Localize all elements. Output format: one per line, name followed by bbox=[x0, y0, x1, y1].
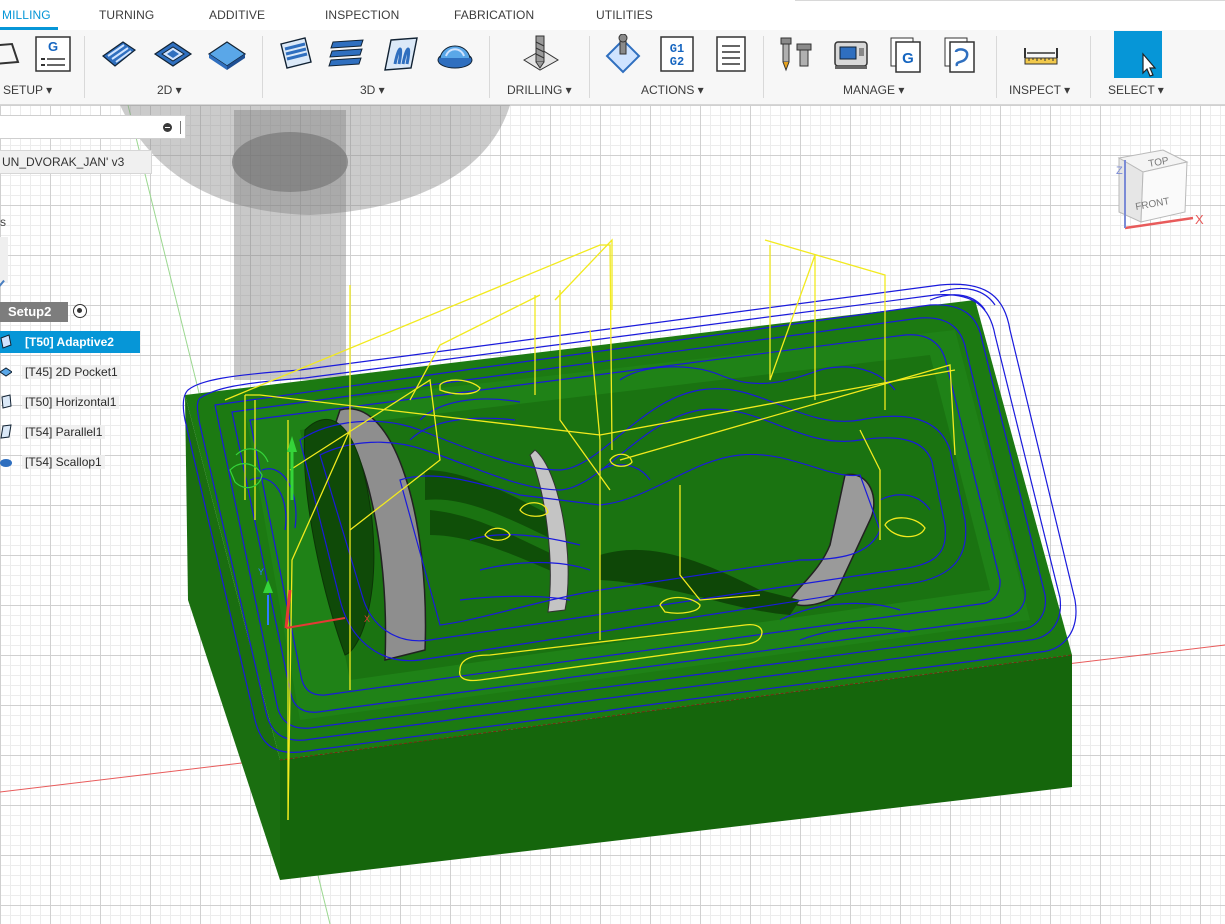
triad-y-label: Y bbox=[258, 567, 264, 577]
simulate-icon[interactable] bbox=[603, 34, 643, 74]
browser-search-field[interactable] bbox=[0, 115, 186, 139]
operation-label: [T54] Scallop1 bbox=[22, 455, 105, 469]
adaptive-op-icon bbox=[0, 334, 12, 349]
cam-scene: X Y bbox=[0, 105, 1225, 924]
setup-node[interactable]: Setup2 bbox=[0, 302, 68, 322]
viewcube-z-axis-label: Z bbox=[1116, 165, 1123, 177]
tab-utilities[interactable]: UTILITIES bbox=[596, 8, 653, 22]
operation-parallel1[interactable]: [T54] Parallel1 bbox=[0, 421, 140, 443]
active-setup-radio[interactable] bbox=[73, 304, 87, 318]
stock-block bbox=[185, 300, 1073, 880]
pocket-op-icon bbox=[0, 367, 12, 377]
operation-scallop1[interactable]: [T54] Scallop1 bbox=[0, 451, 140, 473]
svg-text:G: G bbox=[902, 50, 914, 67]
ribbon-separator bbox=[84, 36, 85, 98]
machine-library-icon[interactable] bbox=[831, 34, 871, 74]
setup-sheet-icon[interactable] bbox=[711, 34, 751, 74]
template-library-icon[interactable] bbox=[939, 34, 979, 74]
workspace-tab-bar: MILLING TURNING ADDITIVE INSPECTION FABR… bbox=[0, 0, 1225, 30]
triad-x-label: X bbox=[364, 614, 370, 624]
toolbar-ribbon: G SETUP ▾ 2D ▾ 3D ▾ DRILLING ▾ G1G2 ACT bbox=[0, 30, 1225, 105]
drill-icon[interactable] bbox=[520, 34, 560, 74]
contour-icon[interactable] bbox=[327, 34, 367, 74]
manage-group-label[interactable]: MANAGE ▾ bbox=[843, 83, 904, 97]
operation-label: [T50] Adaptive2 bbox=[25, 335, 114, 349]
ribbon-separator bbox=[996, 36, 997, 98]
parallel-op-icon bbox=[0, 424, 12, 439]
tool-library-icon[interactable] bbox=[777, 34, 817, 74]
inspect-group-label[interactable]: INSPECT ▾ bbox=[1009, 83, 1070, 97]
operation-label: [T54] Parallel1 bbox=[22, 425, 106, 439]
3d-viewport[interactable]: X Y TOP FRONT X Z bbox=[0, 105, 1225, 924]
g-code-setup-icon[interactable]: G bbox=[33, 34, 73, 74]
select-cursor-icon[interactable] bbox=[1114, 31, 1162, 78]
parallel-icon[interactable] bbox=[381, 34, 421, 74]
viewcube-x-axis-label: X bbox=[1195, 212, 1204, 227]
horizontal-icon[interactable] bbox=[275, 34, 315, 74]
tab-turning[interactable]: TURNING bbox=[99, 8, 154, 22]
horizontal-op-icon bbox=[1, 394, 12, 409]
ribbon-separator bbox=[489, 36, 490, 98]
operation-2d-pocket1[interactable]: [T45] 2D Pocket1 bbox=[0, 361, 140, 383]
svg-text:G2: G2 bbox=[670, 55, 684, 69]
tab-fabrication[interactable]: FABRICATION bbox=[454, 8, 534, 22]
ribbon-separator bbox=[763, 36, 764, 98]
2d-group-label[interactable]: 2D ▾ bbox=[157, 83, 182, 97]
document-name[interactable]: UN_DVORAK_JAN' v3 bbox=[0, 150, 152, 174]
setup-label: Setup2 bbox=[8, 304, 52, 319]
browser-node-fragment[interactable]: s bbox=[0, 215, 6, 229]
setup-group-label[interactable]: SETUP ▾ bbox=[3, 83, 52, 97]
tab-milling[interactable]: MILLING bbox=[2, 8, 51, 22]
face-icon[interactable] bbox=[207, 34, 247, 74]
select-group-label[interactable]: SELECT ▾ bbox=[1108, 83, 1164, 97]
browser-node-stub bbox=[0, 237, 8, 283]
operation-label: [T45] 2D Pocket1 bbox=[22, 365, 121, 379]
tab-inspection[interactable]: INSPECTION bbox=[325, 8, 399, 22]
adaptive-clearing-icon[interactable] bbox=[99, 34, 139, 74]
operation-label: [T50] Horizontal1 bbox=[22, 395, 120, 409]
measure-icon[interactable] bbox=[1021, 34, 1061, 74]
operation-adaptive2[interactable]: [T50] Adaptive2 bbox=[0, 331, 140, 353]
ribbon-separator bbox=[589, 36, 590, 98]
text-caret bbox=[180, 121, 181, 134]
pocket-icon[interactable] bbox=[153, 34, 193, 74]
post-library-icon[interactable]: G bbox=[885, 34, 925, 74]
post-process-icon[interactable]: G1 G2 bbox=[657, 34, 697, 74]
scallop-op-icon bbox=[0, 459, 12, 467]
scallop-icon[interactable] bbox=[435, 34, 475, 74]
collapse-icon[interactable] bbox=[163, 123, 172, 132]
ribbon-separator bbox=[262, 36, 263, 98]
svg-text:G: G bbox=[48, 39, 58, 54]
svg-text:G1: G1 bbox=[670, 42, 684, 56]
tab-additive[interactable]: ADDITIVE bbox=[209, 8, 265, 22]
setup-icon[interactable] bbox=[0, 34, 22, 74]
drilling-group-label[interactable]: DRILLING ▾ bbox=[507, 83, 572, 97]
tab-bar-divider bbox=[795, 0, 1225, 1]
operation-horizontal1[interactable]: [T50] Horizontal1 bbox=[0, 391, 140, 413]
actions-group-label[interactable]: ACTIONS ▾ bbox=[641, 83, 704, 97]
ribbon-separator bbox=[1090, 36, 1091, 98]
view-cube[interactable]: TOP FRONT X Z bbox=[1105, 140, 1225, 240]
3d-group-label[interactable]: 3D ▾ bbox=[360, 83, 385, 97]
